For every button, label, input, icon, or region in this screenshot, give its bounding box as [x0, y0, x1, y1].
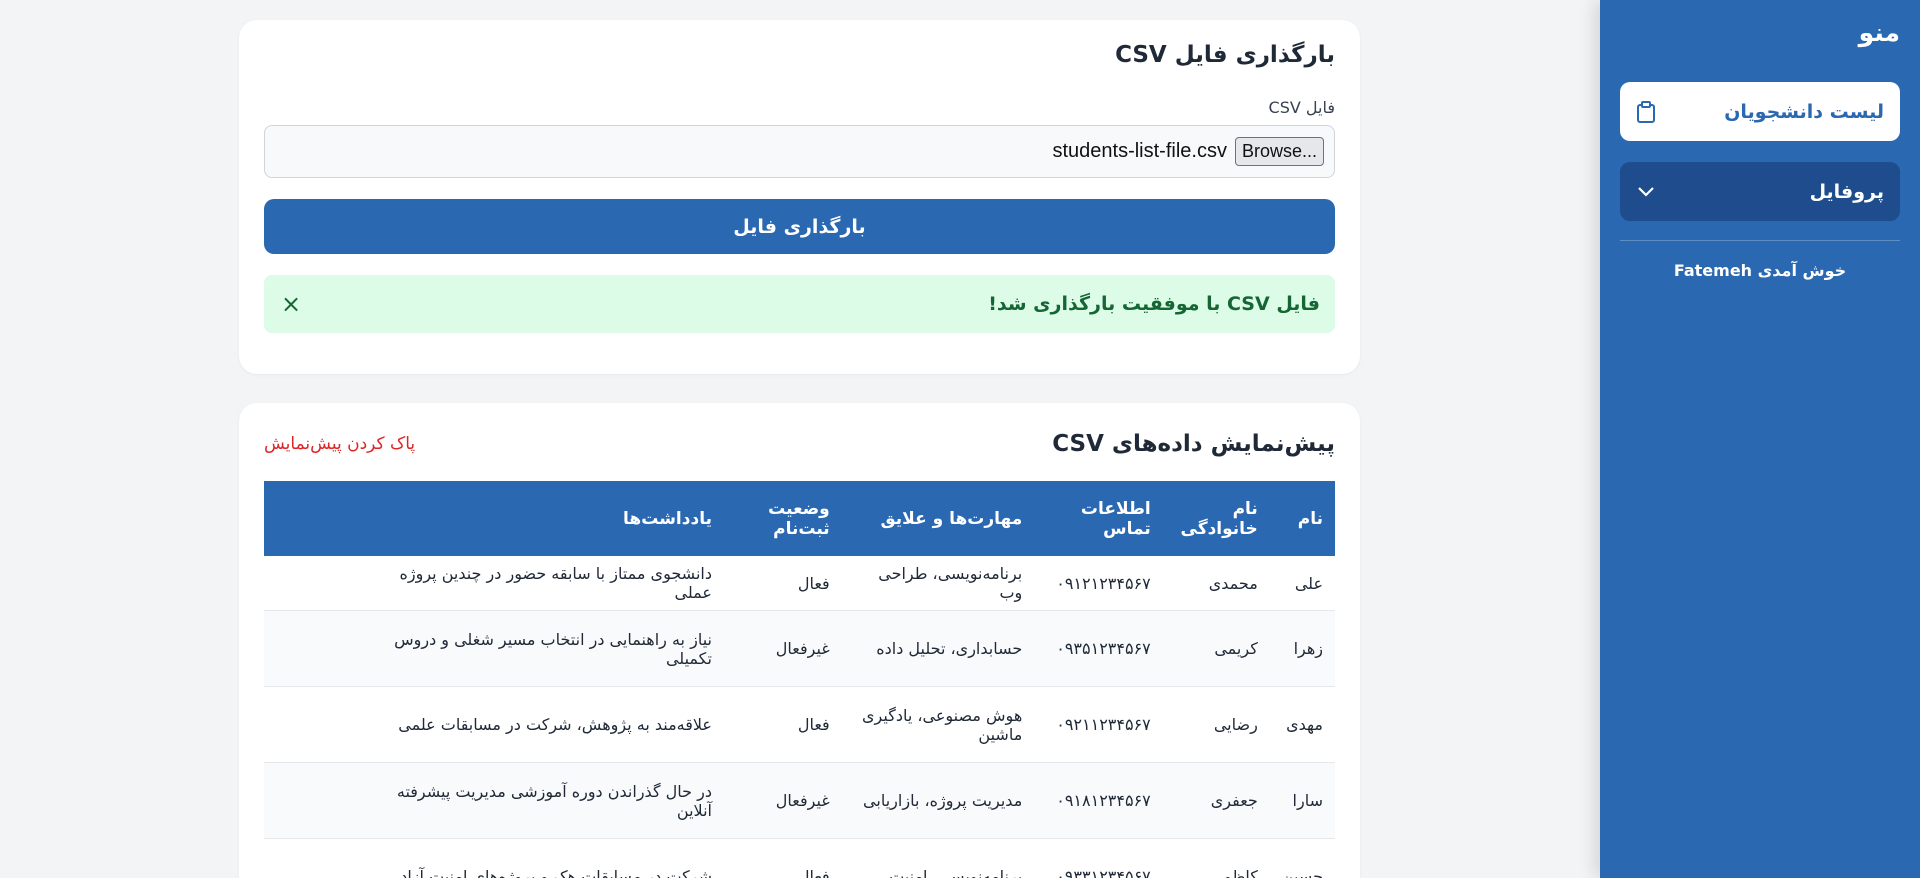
cell-notes: شرکت در مسابقات هک و پروژه‌های امنیت آزا… — [264, 838, 724, 878]
table-row: سارا جعفری ۰۹۱۸۱۲۳۴۵۶۷ مدیریت پروژه، باز… — [264, 762, 1335, 839]
cell-skills: هوش مصنوعی، یادگیری ماشین — [841, 686, 1035, 763]
sidebar: منو لیست دانشجویان پروفایل خوش آمدی Fate… — [1600, 0, 1920, 878]
cell-status: فعال — [723, 838, 842, 878]
cell-contact: ۰۹۱۸۱۲۳۴۵۶۷ — [1034, 762, 1163, 839]
cell-first-name: مهدی — [1269, 686, 1335, 763]
cell-notes: دانشجوی ممتاز با سابقه حضور در چندین پرو… — [264, 556, 724, 611]
cell-notes: علاقه‌مند به پژوهش، شرکت در مسابقات علمی — [264, 686, 724, 763]
cell-contact: ۰۹۳۵۱۲۳۴۵۶۷ — [1034, 610, 1163, 687]
sidebar-divider — [1620, 240, 1900, 241]
upload-title: بارگذاری فایل CSV — [1115, 42, 1335, 68]
cell-first-name: سارا — [1269, 762, 1335, 839]
upload-card: بارگذاری فایل CSV فایل CSV Browse... stu… — [239, 20, 1360, 374]
cell-status: فعال — [723, 686, 842, 763]
cell-notes: در حال گذراندن دوره آموزشی مدیریت پیشرفت… — [264, 762, 724, 839]
file-input[interactable]: Browse... students-list-file.csv — [264, 125, 1335, 178]
cell-contact: ۰۹۲۱۱۲۳۴۵۶۷ — [1034, 686, 1163, 763]
cell-first-name: علی — [1269, 556, 1335, 611]
table-row: حسین کاظمی ۰۹۳۳۱۲۳۴۵۶۷ برنامه‌نویسی، امن… — [264, 838, 1335, 878]
sidebar-item-label: لیست دانشجویان — [1724, 100, 1884, 123]
cell-skills: برنامه‌نویسی، طراحی وب — [841, 556, 1035, 611]
cell-contact: ۰۹۱۲۱۲۳۴۵۶۷ — [1034, 556, 1163, 611]
cell-skills: برنامه‌نویسی، امنیت — [841, 838, 1035, 878]
sidebar-item-students-list[interactable]: لیست دانشجویان — [1620, 82, 1900, 141]
column-header: نام خانوادگی — [1180, 498, 1258, 539]
students-table: نام نام خانوادگی اطلاعات تماس مهارت‌ها و… — [264, 481, 1335, 878]
success-alert-text: فایل CSV با موفقیت بارگذاری شد! — [988, 293, 1320, 315]
table-row: مهدی رضایی ۰۹۲۱۱۲۳۴۵۶۷ هوش مصنوعی، یادگی… — [264, 686, 1335, 763]
column-header: نام — [1297, 508, 1323, 529]
table-row: علی محمدی ۰۹۱۲۱۲۳۴۵۶۷ برنامه‌نویسی، طراح… — [264, 556, 1335, 611]
preview-header: پیش‌نمایش داده‌های CSV پاک کردن پیش‌نمای… — [264, 429, 1335, 459]
cell-last-name: جعفری — [1162, 762, 1270, 839]
table-row: زهرا کریمی ۰۹۳۵۱۲۳۴۵۶۷ حسابداری، تحلیل د… — [264, 610, 1335, 687]
cell-last-name: کاظمی — [1162, 838, 1270, 878]
column-header: اطلاعات تماس — [1080, 498, 1151, 539]
welcome-text: خوش آمدی Fatemeh — [1673, 261, 1847, 280]
chevron-down-icon — [1634, 180, 1658, 204]
preview-card: پیش‌نمایش داده‌های CSV پاک کردن پیش‌نمای… — [239, 403, 1360, 878]
clear-preview-button[interactable]: پاک کردن پیش‌نمایش — [264, 434, 415, 454]
table-header-row: نام نام خانوادگی اطلاعات تماس مهارت‌ها و… — [264, 481, 1335, 556]
upload-file-button[interactable]: بارگذاری فایل — [264, 199, 1335, 254]
selected-file-name: students-list-file.csv — [1052, 140, 1227, 162]
preview-title: پیش‌نمایش داده‌های CSV — [1052, 431, 1335, 457]
cell-contact: ۰۹۳۳۱۲۳۴۵۶۷ — [1034, 838, 1163, 878]
column-header: وضعیت ثبت‌نام — [768, 498, 830, 539]
file-field-label: فایل CSV — [1268, 98, 1335, 117]
column-header: مهارت‌ها و علایق — [880, 508, 1023, 529]
sidebar-item-label: پروفایل — [1809, 180, 1884, 203]
cell-skills: مدیریت پروژه، بازاریابی — [841, 762, 1035, 839]
clipboard-icon — [1634, 100, 1658, 124]
cell-skills: حسابداری، تحلیل داده — [841, 610, 1035, 687]
cell-status: غیرفعال — [723, 610, 842, 687]
close-icon[interactable]: × — [279, 290, 303, 318]
browse-button[interactable]: Browse... — [1234, 137, 1324, 166]
cell-last-name: رضایی — [1162, 686, 1270, 763]
cell-last-name: محمدی — [1162, 556, 1270, 611]
cell-status: فعال — [723, 556, 842, 611]
sidebar-item-profile[interactable]: پروفایل — [1620, 162, 1900, 221]
cell-status: غیرفعال — [723, 762, 842, 839]
cell-first-name: حسین — [1269, 838, 1335, 878]
cell-last-name: کریمی — [1162, 610, 1270, 687]
cell-notes: نیاز به راهنمایی در انتخاب مسیر شغلی و د… — [264, 610, 724, 687]
sidebar-title: منو — [1858, 18, 1900, 47]
column-header: یادداشت‌ها — [623, 508, 712, 529]
cell-first-name: زهرا — [1269, 610, 1335, 687]
success-alert: فایل CSV با موفقیت بارگذاری شد! × — [264, 275, 1335, 333]
